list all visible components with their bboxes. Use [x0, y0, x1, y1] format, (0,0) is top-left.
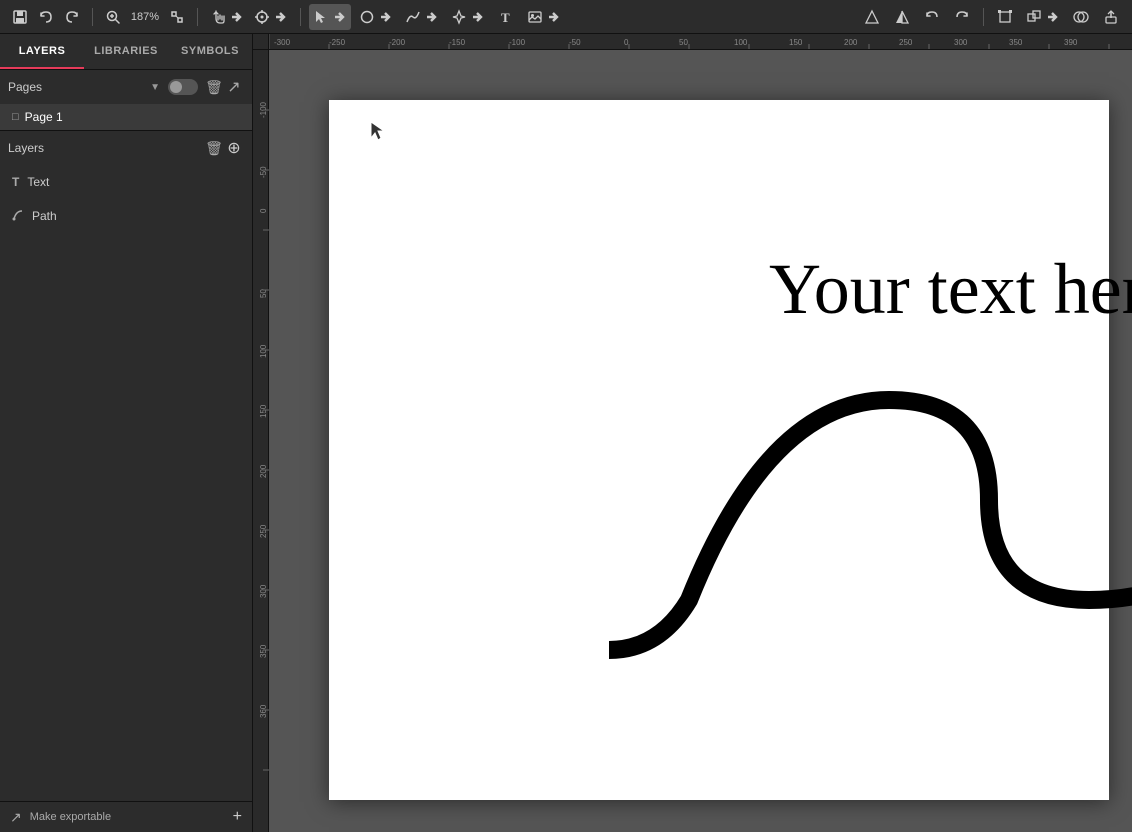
layers-delete-button[interactable]: 🗑	[204, 138, 224, 158]
undo2-button[interactable]	[919, 4, 945, 30]
svg-text:360: 360	[259, 704, 268, 718]
svg-text:100: 100	[259, 344, 268, 358]
save-button[interactable]	[8, 5, 32, 29]
sep2	[197, 8, 198, 26]
path-tool-button[interactable]	[401, 4, 443, 30]
svg-text:50: 50	[679, 38, 688, 47]
pages-label[interactable]: Pages	[8, 80, 150, 94]
svg-text:300: 300	[954, 38, 968, 47]
ruler-left-svg: -100 -50 0 50 100 150 200 250 300 350 36…	[253, 50, 269, 832]
layers-add-button[interactable]: ⊕	[224, 138, 244, 158]
svg-text:350: 350	[1009, 38, 1023, 47]
zoom-in-button[interactable]	[101, 5, 125, 29]
zoom-level: 187%	[127, 11, 163, 23]
layers-section: Layers 🗑 ⊕ T Text Path	[0, 131, 252, 801]
canvas[interactable]: Your text here	[269, 50, 1132, 832]
pages-add-button[interactable]: ↗	[224, 77, 244, 97]
svg-text:-50: -50	[569, 38, 581, 47]
tab-libraries[interactable]: LIBRARIES	[84, 34, 168, 69]
svg-text:250: 250	[899, 38, 913, 47]
sep1	[92, 8, 93, 26]
svg-text:250: 250	[259, 524, 268, 538]
svg-text:0: 0	[259, 208, 268, 213]
transform-button[interactable]	[992, 4, 1018, 30]
ruler-row: -300 -250 -200 -150 -100 -50 0 50 100 15…	[253, 34, 1132, 50]
image-tool-button[interactable]	[523, 4, 565, 30]
svg-text:200: 200	[844, 38, 858, 47]
file-actions	[8, 5, 84, 29]
svg-text:390: 390	[1064, 38, 1078, 47]
tool-group-pan	[206, 4, 292, 30]
svg-text:-200: -200	[389, 38, 406, 47]
left-panel: LAYERS LIBRARIES SYMBOLS Pages ▼ 🗑 ↗ □ P…	[0, 34, 253, 832]
ruler-corner	[253, 34, 269, 50]
svg-text:350: 350	[259, 644, 268, 658]
pan-tool-button[interactable]	[206, 4, 248, 30]
canvas-body: -100 -50 0 50 100 150 200 250 300 350 36…	[253, 50, 1132, 832]
ruler-top-svg: -300 -250 -200 -150 -100 -50 0 50 100 15…	[269, 34, 1132, 50]
shape-tool-button[interactable]	[355, 4, 397, 30]
svg-text:-300: -300	[274, 38, 291, 47]
main-area: LAYERS LIBRARIES SYMBOLS Pages ▼ 🗑 ↗ □ P…	[0, 34, 1132, 832]
snap-button[interactable]	[250, 4, 292, 30]
svg-text:300: 300	[259, 584, 268, 598]
layer-path-label: Path	[32, 209, 57, 223]
svg-text:-250: -250	[329, 38, 346, 47]
layer-item-text[interactable]: T Text	[0, 165, 252, 199]
canvas-path-svg[interactable]	[609, 300, 1132, 680]
bottom-add-icon[interactable]: +	[233, 808, 242, 826]
layers-list: T Text Path	[0, 165, 252, 801]
svg-text:-50: -50	[259, 166, 268, 178]
page1-label: Page 1	[25, 110, 63, 124]
undo-button[interactable]	[34, 5, 58, 29]
ruler-top: -300 -250 -200 -150 -100 -50 0 50 100 15…	[269, 34, 1132, 50]
layers-label: Layers	[8, 141, 204, 155]
pages-section: Pages ▼ 🗑 ↗ □ Page 1	[0, 70, 252, 131]
sep4	[983, 8, 984, 26]
make-exportable-label: Make exportable	[30, 811, 111, 823]
svg-text:100: 100	[734, 38, 748, 47]
export-button[interactable]	[1098, 4, 1124, 30]
redo2-button[interactable]	[949, 4, 975, 30]
svg-text:0: 0	[624, 38, 629, 47]
text-tool-button[interactable]: T	[493, 4, 519, 30]
svg-text:-150: -150	[449, 38, 466, 47]
boolean-button[interactable]	[1068, 4, 1094, 30]
pages-toggle[interactable]	[168, 79, 198, 95]
svg-text:T: T	[501, 10, 510, 25]
pages-header: Pages ▼ 🗑 ↗	[0, 70, 252, 104]
path-layer-icon	[12, 209, 24, 224]
svg-text:-100: -100	[509, 38, 526, 47]
canvas-page: Your text here	[329, 100, 1109, 800]
zoom-fit-button[interactable]	[165, 5, 189, 29]
svg-text:150: 150	[259, 404, 268, 418]
top-toolbar: 187% T	[0, 0, 1132, 34]
bottom-bar: ↗ Make exportable +	[0, 801, 252, 832]
panel-tabs: LAYERS LIBRARIES SYMBOLS	[0, 34, 252, 70]
page1-item[interactable]: □ Page 1	[0, 104, 252, 130]
color-tool-button[interactable]	[447, 4, 489, 30]
svg-text:150: 150	[789, 38, 803, 47]
tab-symbols[interactable]: SYMBOLS	[168, 34, 252, 69]
bottom-icon-export[interactable]: ↗	[10, 809, 22, 826]
flip-button[interactable]	[889, 4, 915, 30]
canvas-area: -300 -250 -200 -150 -100 -50 0 50 100 15…	[253, 34, 1132, 832]
layer-text-label: Text	[27, 175, 49, 189]
redo-button[interactable]	[60, 5, 84, 29]
pages-delete-button[interactable]: 🗑	[204, 77, 224, 97]
layers-header: Layers 🗑 ⊕	[0, 131, 252, 165]
layer-item-path[interactable]: Path	[0, 199, 252, 233]
group-button[interactable]	[1022, 4, 1064, 30]
tab-layers[interactable]: LAYERS	[0, 34, 84, 69]
ruler-left: -100 -50 0 50 100 150 200 250 300 350 36…	[253, 50, 269, 832]
page-icon: □	[12, 111, 19, 123]
select-tool-button[interactable]	[309, 4, 351, 30]
svg-text:200: 200	[259, 464, 268, 478]
zoom-group: 187%	[101, 5, 189, 29]
sep3	[300, 8, 301, 26]
distribute-button[interactable]	[859, 4, 885, 30]
toolbar-right	[859, 4, 1124, 30]
text-layer-icon: T	[12, 175, 19, 189]
pages-dropdown-icon[interactable]: ▼	[150, 82, 160, 93]
